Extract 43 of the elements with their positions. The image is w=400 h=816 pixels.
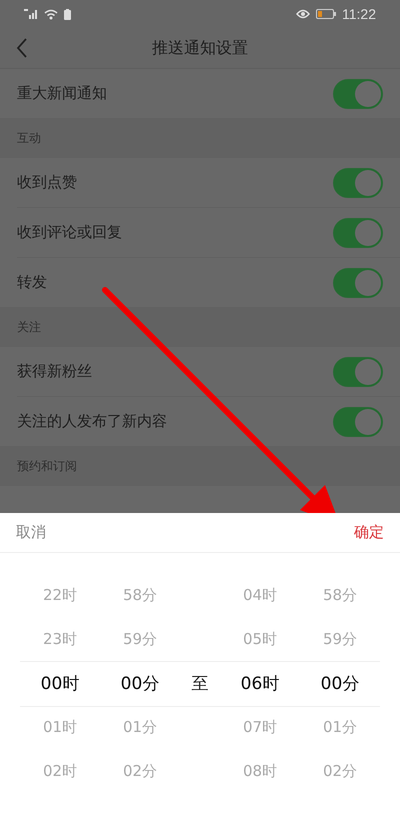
clock-time: 11:22 <box>342 6 376 22</box>
picker-option[interactable]: 05时 <box>242 630 278 648</box>
picker-option[interactable]: 00分 <box>320 672 360 694</box>
toggle-switch[interactable] <box>333 78 383 108</box>
picker-option[interactable]: 06时 <box>240 672 280 694</box>
picker-option[interactable]: 58分 <box>322 586 358 604</box>
picker-option[interactable]: 59分 <box>322 630 358 648</box>
picker-option[interactable]: 04时 <box>242 586 278 604</box>
picker-option[interactable]: 08时 <box>242 762 278 780</box>
toggle-switch[interactable] <box>333 356 383 386</box>
picker-option[interactable]: 07时 <box>242 718 278 736</box>
toggle-switch[interactable] <box>333 268 383 298</box>
picker-option[interactable]: 01分 <box>322 718 358 736</box>
picker-option[interactable]: 01时 <box>42 718 78 736</box>
setting-label: 重大新闻通知 <box>17 84 107 103</box>
toggle-switch[interactable] <box>333 168 383 198</box>
eye-icon <box>296 9 310 19</box>
picker-option[interactable]: 02分 <box>322 762 358 780</box>
signal-icon <box>24 9 38 19</box>
setting-label: 收到评论或回复 <box>17 223 122 242</box>
picker-option[interactable]: 00时 <box>40 672 80 694</box>
setting-label: 获得新粉丝 <box>17 362 92 381</box>
picker-option[interactable]: 00分 <box>120 672 160 694</box>
page-title: 推送通知设置 <box>152 38 248 58</box>
back-icon <box>16 38 28 58</box>
wifi-icon <box>44 8 58 20</box>
picker-option[interactable]: 02时 <box>42 762 78 780</box>
separator-text: 至 <box>192 672 208 694</box>
picker-option[interactable]: 22时 <box>42 586 78 604</box>
confirm-button[interactable]: 确定 <box>354 521 384 544</box>
picker-option[interactable]: 02分 <box>122 762 158 780</box>
battery-icon <box>64 8 71 20</box>
picker-option[interactable]: 01分 <box>122 718 158 736</box>
cancel-button[interactable]: 取消 <box>16 521 46 544</box>
battery-icon <box>316 9 336 19</box>
setting-label: 关注的人发布了新内容 <box>17 412 167 431</box>
picker-option[interactable]: 59分 <box>122 630 158 648</box>
toggle-switch[interactable] <box>333 406 383 436</box>
toggle-switch[interactable] <box>333 218 383 248</box>
picker-option[interactable]: 23时 <box>42 630 78 648</box>
setting-label: 收到点赞 <box>17 173 77 192</box>
setting-label: 转发 <box>17 273 47 292</box>
picker-option[interactable]: 58分 <box>122 586 158 604</box>
